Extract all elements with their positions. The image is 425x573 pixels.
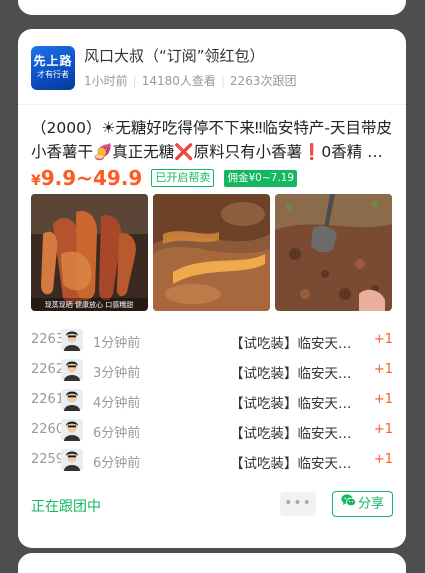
order-time: 6分钟前: [93, 456, 141, 471]
author-avatar[interactable]: 先上路 才有行者: [31, 46, 75, 90]
price-row: ¥9.9~49.9 已开启帮卖 佣金¥0~7.19: [31, 166, 298, 190]
order-quantity: +1: [373, 422, 393, 437]
more-button[interactable]: •••: [280, 492, 316, 516]
next-card: [18, 553, 406, 573]
group-buy-card[interactable]: 先上路 才有行者 风口大叔（“订阅”领红包） 1小时前 | 14180人查看 | 226…: [18, 29, 406, 548]
avatar-text-sub: 才有行者: [37, 70, 69, 79]
order-row[interactable]: 2259 6分钟前 【试吃装】临安天… +1: [31, 446, 393, 476]
order-time: 3分钟前: [93, 366, 141, 381]
share-button[interactable]: 分享: [332, 491, 393, 517]
header-divider: [18, 104, 406, 105]
buyer-avatar: [61, 449, 83, 471]
group-status: 正在跟团中: [31, 499, 101, 515]
order-time: 1分钟前: [93, 336, 141, 351]
order-quantity: +1: [373, 452, 393, 467]
share-label: 分享: [357, 496, 384, 512]
order-time: 6分钟前: [93, 426, 141, 441]
buyer-avatar: [61, 389, 83, 411]
product-photo-1[interactable]: 现蒸现晒 健康放心 口感糯甜: [31, 194, 148, 311]
product-photo-3[interactable]: [275, 194, 392, 311]
order-list: 2263 1分钟前 【试吃装】临安天… +1 2262 3分钟前 【试吃装】临安…: [31, 326, 393, 476]
price-range: 9.9~49.9: [40, 166, 143, 190]
order-number: 2260: [31, 422, 65, 437]
product-photo-2[interactable]: [153, 194, 270, 311]
buyer-avatar: [61, 329, 83, 351]
order-number: 2261: [31, 392, 65, 407]
order-product: 【试吃装】临安天…: [230, 426, 352, 442]
order-product: 【试吃装】临安天…: [230, 366, 352, 382]
help-sell-badge: 已开启帮卖: [151, 169, 215, 187]
price-currency: ¥: [31, 173, 41, 189]
previous-card: [18, 0, 406, 15]
avatar-text-main: 先上路: [33, 54, 73, 68]
group-count: 2263次跟团: [229, 74, 297, 88]
photo-1-caption: 现蒸现晒 健康放心 口感糯甜: [45, 300, 133, 309]
meta-divider: |: [132, 74, 137, 88]
product-description[interactable]: （2000）☀无糖好吃得停不下来‼临安特产-天目带皮小香薯干🍠真正无糖❌原料只有…: [31, 116, 393, 164]
order-number: 2259: [31, 452, 65, 467]
buyer-avatar: [61, 419, 83, 441]
post-header: 先上路 才有行者 风口大叔（“订阅”领红包） 1小时前 | 14180人查看 | 226…: [31, 46, 401, 90]
order-number: 2262: [31, 362, 65, 377]
card-footer: 正在跟团中 ••• 分享: [31, 490, 393, 518]
order-time: 4分钟前: [93, 396, 141, 411]
order-row[interactable]: 2260 6分钟前 【试吃装】临安天… +1: [31, 416, 393, 446]
author-name[interactable]: 风口大叔（“订阅”领红包）: [84, 45, 265, 66]
order-product: 【试吃装】临安天…: [230, 456, 352, 472]
wechat-icon: [341, 492, 356, 516]
meta-divider: |: [220, 74, 225, 88]
order-product: 【试吃装】临安天…: [230, 396, 352, 412]
post-meta: 1小时前 | 14180人查看 | 2263次跟团: [84, 72, 296, 89]
order-row[interactable]: 2261 4分钟前 【试吃装】临安天… +1: [31, 386, 393, 416]
commission-badge: 佣金¥0~7.19: [224, 169, 298, 187]
view-count: 14180人查看: [141, 74, 216, 88]
order-quantity: +1: [373, 332, 393, 347]
order-quantity: +1: [373, 362, 393, 377]
post-time: 1小时前: [84, 74, 128, 88]
order-row[interactable]: 2263 1分钟前 【试吃装】临安天… +1: [31, 326, 393, 356]
order-number: 2263: [31, 332, 65, 347]
order-quantity: +1: [373, 392, 393, 407]
buyer-avatar: [61, 359, 83, 381]
product-photos: 现蒸现晒 健康放心 口感糯甜: [31, 194, 393, 312]
order-row[interactable]: 2262 3分钟前 【试吃装】临安天… +1: [31, 356, 393, 386]
price: ¥9.9~49.9: [31, 166, 142, 190]
order-product: 【试吃装】临安天…: [230, 336, 352, 352]
